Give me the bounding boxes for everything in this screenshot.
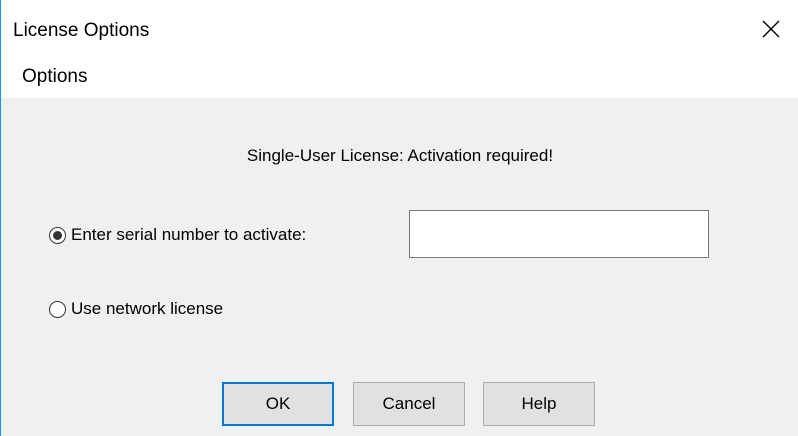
network-radio-button[interactable] (49, 300, 66, 318)
license-options-window: License Options Options Single-User Lice… (0, 0, 798, 436)
serial-option-row[interactable]: Enter serial number to activate: (49, 225, 306, 245)
network-option-row[interactable]: Use network license (49, 299, 223, 319)
cancel-button[interactable]: Cancel (353, 382, 465, 426)
serial-radio-button[interactable] (49, 226, 66, 244)
close-icon (762, 20, 780, 38)
menu-bar: Options (1, 58, 798, 98)
dialog-content: Single-User License: Activation required… (1, 98, 798, 436)
window-title: License Options (13, 20, 150, 41)
help-button[interactable]: Help (483, 382, 595, 426)
title-bar: License Options (1, 0, 798, 58)
radio-selected-dot (53, 230, 62, 240)
ok-button[interactable]: OK (222, 382, 334, 426)
menu-item-options[interactable]: Options (22, 66, 87, 88)
close-button[interactable] (743, 0, 798, 58)
license-status-text: Single-User License: Activation required… (246, 146, 554, 165)
serial-number-input[interactable] (409, 210, 709, 258)
serial-option-label[interactable]: Enter serial number to activate: (71, 225, 306, 245)
network-option-label[interactable]: Use network license (71, 299, 223, 319)
